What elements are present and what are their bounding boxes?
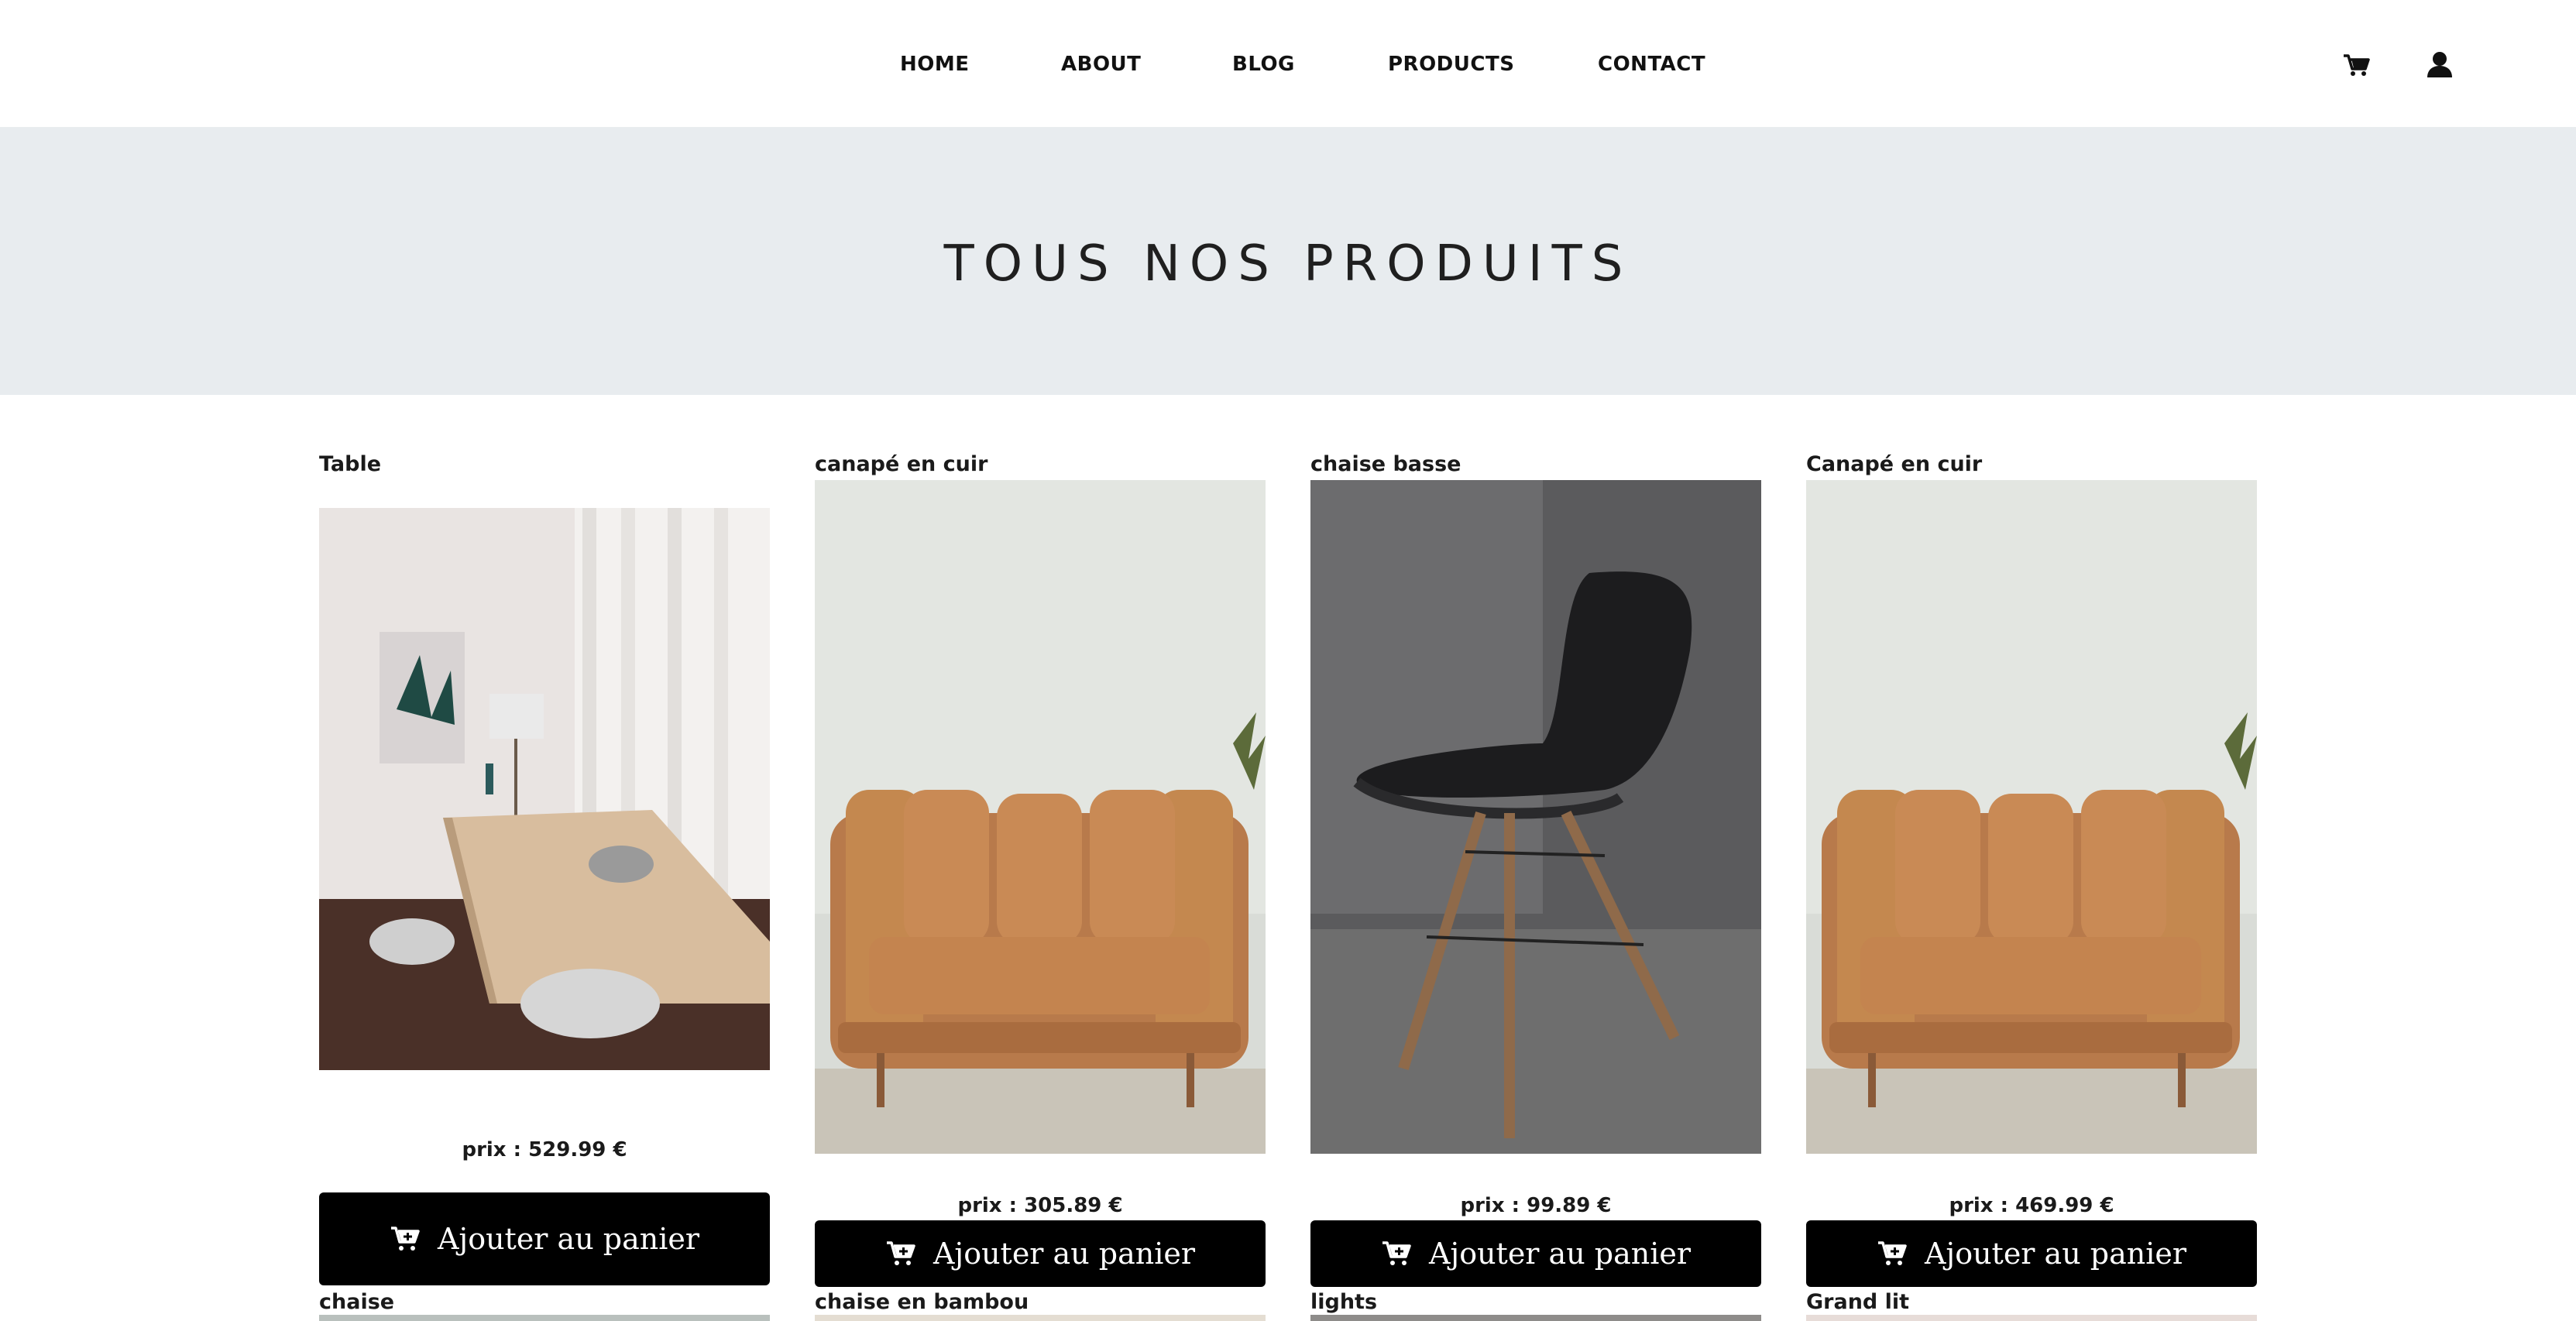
product-price: prix : 469.99 € [1949,1194,2114,1217]
top-navbar: HOME ABOUT BLOG PRODUCTS CONTACT [0,0,2576,127]
cart-plus-icon [886,1241,915,1265]
add-to-cart-button[interactable]: Ajouter au panier [1806,1220,2257,1287]
cart-plus-icon [390,1227,420,1251]
page-hero: TOUS NOS PRODUITS [0,127,2576,395]
product-name: Grand lit [1806,1290,1910,1314]
user-icon[interactable] [2424,50,2455,81]
nav-link-products[interactable]: PRODUCTS [1388,53,1514,76]
add-to-cart-button[interactable]: Ajouter au panier [815,1220,1266,1287]
add-to-cart-button[interactable]: Ajouter au panier [1310,1220,1761,1287]
nav-link-about[interactable]: ABOUT [1061,53,1141,76]
product-card: Table prix : 529.99 € Ajouter au panier [319,449,770,1290]
product-image[interactable] [1806,1315,2257,1321]
product-card: canapé en cuir prix : 305.89 € Ajouter a… [815,449,1266,1290]
nav-link-blog[interactable]: BLOG [1232,53,1295,76]
cart-plus-icon [1877,1241,1907,1265]
main-nav: HOME ABOUT BLOG PRODUCTS CONTACT [0,0,2576,132]
dining-table-photo[interactable] [319,508,770,1070]
product-price: prix : 529.99 € [462,1138,627,1161]
nav-link-contact[interactable]: CONTACT [1598,53,1705,76]
product-name: chaise [319,1290,395,1314]
add-to-cart-label: Ajouter au panier [1924,1237,2187,1271]
add-to-cart-label: Ajouter au panier [933,1237,1196,1271]
product-image[interactable] [319,1315,770,1321]
leather-sofa-photo[interactable] [1806,480,2257,1154]
product-card: chaise basse prix : 99.89 € Ajouter au p… [1310,449,1761,1290]
product-name: canapé en cuir [815,452,988,476]
add-to-cart-label: Ajouter au panier [437,1222,700,1256]
add-to-cart-button[interactable]: Ajouter au panier [319,1192,770,1285]
product-card: Canapé en cuir prix : 469.99 € Ajouter a… [1806,449,2257,1290]
add-to-cart-label: Ajouter au panier [1428,1237,1692,1271]
nav-link-home[interactable]: HOME [900,53,970,76]
page-title: TOUS NOS PRODUITS [943,235,1633,293]
black-chair-photo[interactable] [1310,480,1761,1154]
product-price: prix : 99.89 € [1460,1194,1612,1217]
product-name: lights [1310,1290,1378,1314]
product-price: prix : 305.89 € [957,1194,1123,1217]
product-image[interactable] [1310,1315,1761,1321]
product-name: chaise en bambou [815,1290,1029,1314]
product-name: Table [319,452,382,476]
leather-sofa-photo[interactable] [815,480,1266,1154]
cart-icon[interactable] [2341,50,2372,81]
product-name: Canapé en cuir [1806,452,1983,476]
product-image[interactable] [815,1315,1266,1321]
product-name: chaise basse [1310,452,1461,476]
cart-plus-icon [1382,1241,1411,1265]
